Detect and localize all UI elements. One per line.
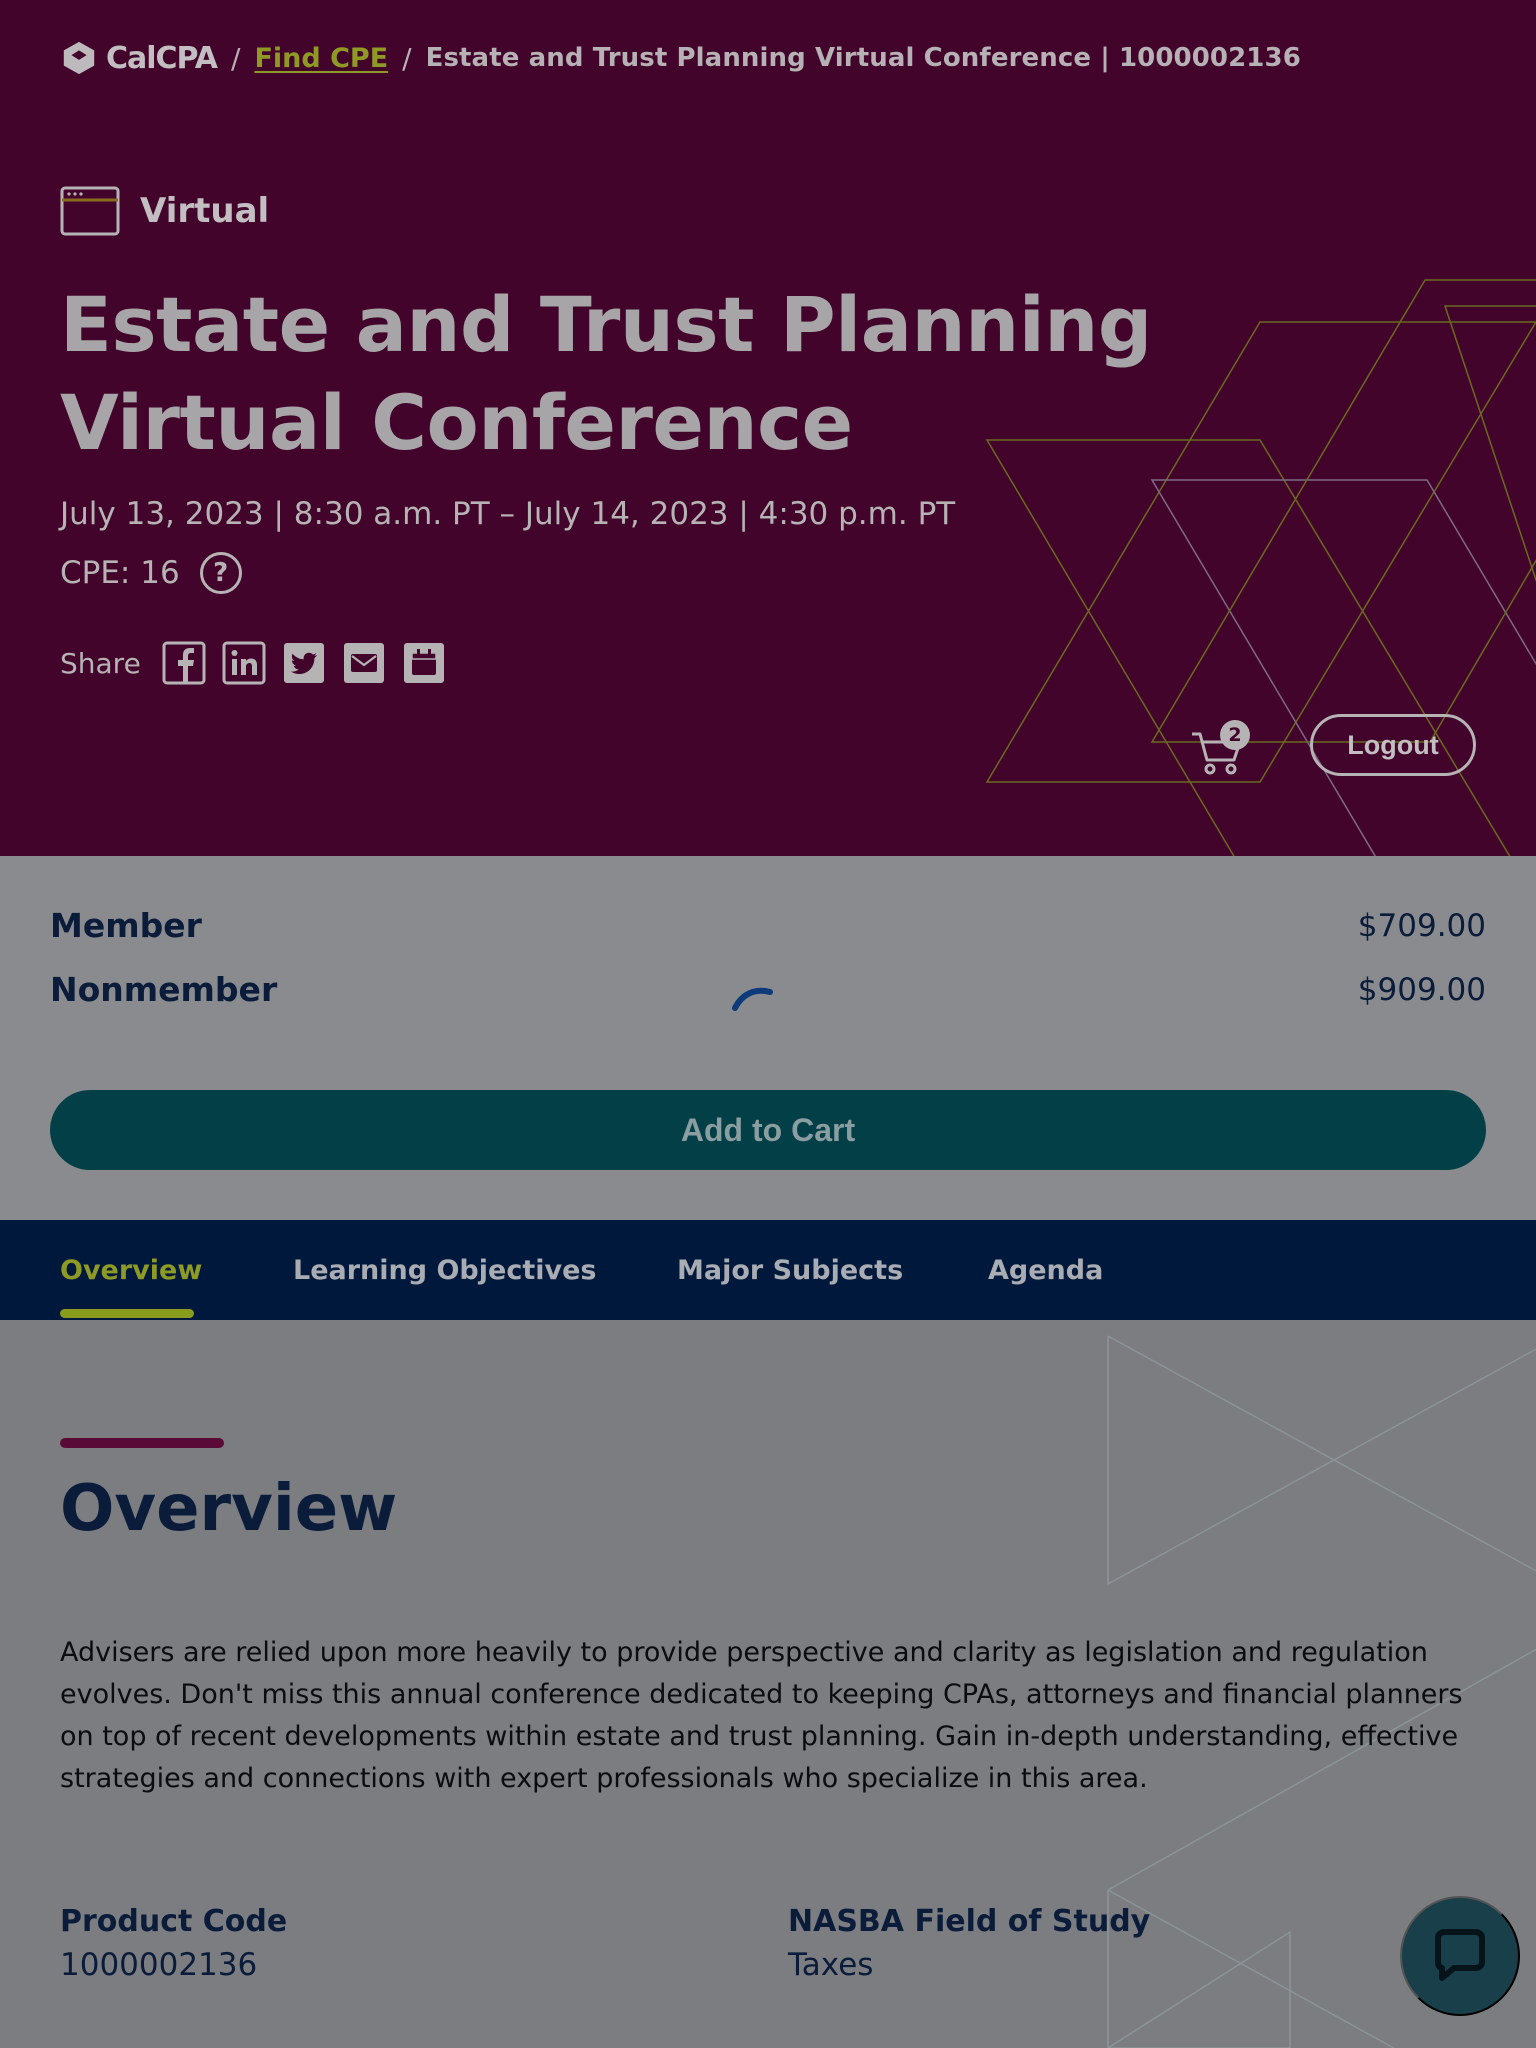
section-title-overview: Overview (60, 1472, 398, 1546)
breadcrumb-current: Estate and Trust Planning Virtual Confer… (425, 43, 1301, 73)
section-tab-bar: Overview Learning Objectives Major Subje… (0, 1220, 1536, 1320)
event-format: Virtual (60, 186, 269, 236)
price-label: Nonmember (50, 970, 278, 1009)
section-accent-bar (60, 1438, 224, 1448)
share-label: Share (60, 646, 141, 680)
email-icon[interactable] (341, 640, 387, 686)
overview-section: Overview Advisers are relied upon more h… (0, 1320, 1536, 2048)
chat-button[interactable] (1400, 1896, 1520, 2016)
info-label: NASBA Field of Study (788, 1904, 1151, 1939)
price-value: $709.00 (1357, 907, 1486, 944)
info-label: Product Code (60, 1904, 288, 1939)
logo-text: CalCPA (106, 40, 218, 76)
breadcrumb-separator: / (231, 41, 241, 75)
price-label: Member (50, 906, 202, 945)
calendar-icon[interactable] (401, 640, 447, 686)
active-tab-indicator (60, 1309, 194, 1318)
price-row-member: Member $709.00 (50, 906, 1486, 945)
tab-overview[interactable]: Overview (60, 1220, 202, 1320)
overview-description: Advisers are relied upon more heavily to… (60, 1637, 1463, 1794)
product-code-field: Product Code 1000002136 (60, 1904, 287, 1983)
tab-learning-objectives[interactable]: Learning Objectives (293, 1220, 596, 1320)
cpe-label: CPE: 16 (60, 555, 180, 591)
tab-major-subjects[interactable]: Major Subjects (677, 1220, 903, 1320)
price-value: $909.00 (1357, 971, 1486, 1008)
browser-window-icon (60, 186, 120, 236)
tab-agenda[interactable]: Agenda (988, 1220, 1103, 1320)
facebook-icon[interactable] (161, 640, 207, 686)
help-icon[interactable]: ? (199, 552, 242, 594)
page-title: Estate and Trust Planning Virtual Confer… (60, 280, 1152, 467)
twitter-icon[interactable] (281, 640, 327, 686)
info-value: Taxes (788, 1947, 874, 1983)
info-value: 1000002136 (60, 1947, 258, 1983)
event-dates: July 13, 2023 | 8:30 a.m. PT – July 14, … (60, 496, 956, 532)
calcpa-logo-icon (63, 41, 95, 75)
breadcrumb-link-find-cpe[interactable]: Find CPE (254, 43, 388, 74)
breadcrumb: CalCPA / Find CPE / Estate and Trust Pla… (60, 36, 1301, 80)
cpe-credits: CPE: 16 ? (60, 552, 242, 594)
breadcrumb-separator: / (402, 41, 412, 75)
logout-button[interactable]: Logout (1310, 714, 1476, 776)
cart-count-badge: 2 (1220, 720, 1250, 750)
share-bar: Share (60, 640, 447, 686)
event-format-label: Virtual (140, 191, 270, 231)
field-of-study-field: NASBA Field of Study Taxes (788, 1904, 1150, 1983)
event-hero: CalCPA / Find CPE / Estate and Trust Pla… (0, 0, 1536, 856)
linkedin-icon[interactable] (221, 640, 267, 686)
add-to-cart-button[interactable]: Add to Cart (50, 1090, 1486, 1170)
calcpa-logo[interactable]: CalCPA (60, 39, 218, 77)
chat-bubble-icon (1435, 1929, 1485, 1981)
loading-spinner-icon (732, 987, 773, 1011)
